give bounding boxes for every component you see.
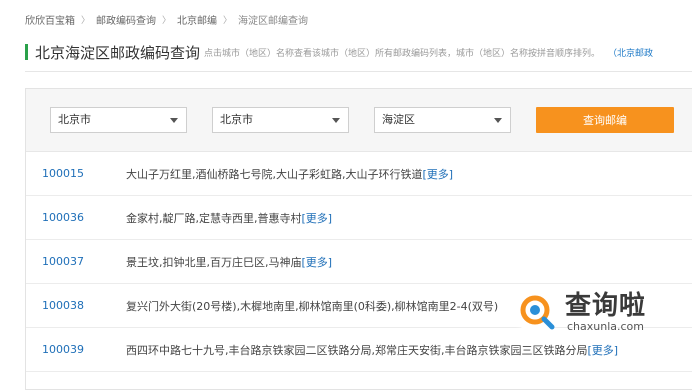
more-link[interactable]: [更多]: [302, 256, 333, 269]
address-value: 大山子万红里,酒仙桥路七号院,大山子彩虹路,大山子环行铁道: [126, 167, 423, 181]
title-divider: [25, 71, 692, 72]
address-value: 西四环中路七十九号,丰台路京铁家园二区铁路分局,郑常庄天安街,丰台路京铁家园三区…: [126, 343, 588, 357]
postcode-link[interactable]: 100036: [42, 211, 84, 224]
title-accent-bar: [25, 44, 28, 60]
title-row: 北京海淀区邮政编码查询 点击城市（地区）名称查看该城市（地区）所有邮政编码列表，…: [25, 42, 692, 62]
chevron-down-icon: [494, 118, 502, 123]
breadcrumb-separator: 〉: [162, 15, 172, 26]
breadcrumb-beijing-link[interactable]: 北京邮编: [177, 12, 217, 27]
postcode-link[interactable]: 100038: [42, 299, 84, 312]
query-panel: 北京市 北京市 海淀区 查询邮编 100015 大山子万红里,酒仙桥路七号院,大…: [25, 88, 692, 390]
breadcrumb-separator: 〉: [223, 15, 233, 26]
address-text: 金家村,靛厂路,定慧寺西里,普惠寺村[更多]: [126, 210, 332, 226]
address-text: 西四环中路七十九号,丰台路京铁家园二区铁路分局,郑常庄天安街,丰台路京铁家园三区…: [126, 342, 618, 358]
province-select-value: 北京市: [58, 113, 91, 126]
postcode-link[interactable]: 100037: [42, 255, 84, 268]
filter-bar: 北京市 北京市 海淀区 查询邮编: [26, 89, 692, 152]
chevron-down-icon: [170, 118, 178, 123]
page-title: 北京海淀区邮政编码查询: [35, 43, 201, 62]
more-link[interactable]: [更多]: [302, 212, 333, 225]
more-link[interactable]: [更多]: [588, 344, 619, 357]
watermark-text-group: 查询啦 chaxunla.com: [565, 291, 646, 333]
breadcrumb-postcode-link[interactable]: 邮政编码查询: [96, 12, 156, 27]
watermark-text: 查询啦: [565, 291, 647, 321]
chevron-down-icon: [332, 118, 340, 123]
district-select[interactable]: 海淀区: [374, 107, 511, 133]
city-select-value: 北京市: [220, 113, 253, 126]
address-text: 大山子万红里,酒仙桥路七号院,大山子彩虹路,大山子环行铁道[更多]: [126, 166, 453, 182]
watermark-domain: chaxunla.com: [567, 320, 644, 333]
breadcrumb-current: 海淀区邮编查询: [238, 15, 309, 27]
postcode-link[interactable]: 100015: [42, 167, 84, 180]
table-row: 100037 景王坟,扣钟北里,百万庄巳区,马神庙[更多]: [26, 240, 692, 284]
beijing-postcode-link[interactable]: （北京邮政: [608, 46, 653, 59]
postcode-link[interactable]: 100039: [42, 343, 84, 356]
district-select-value: 海淀区: [382, 113, 415, 126]
address-value: 景王坟,扣钟北里,百万庄巳区,马神庙: [126, 255, 302, 269]
query-postcode-button[interactable]: 查询邮编: [536, 107, 674, 133]
watermark-logo: 查询啦 chaxunla.com: [515, 282, 692, 342]
more-link[interactable]: [更多]: [423, 168, 454, 181]
breadcrumb-home-link[interactable]: 欣欣百宝箱: [25, 12, 75, 27]
address-text: 景王坟,扣钟北里,百万庄巳区,马神庙[更多]: [126, 254, 332, 270]
city-select[interactable]: 北京市: [212, 107, 349, 133]
table-row: 100015 大山子万红里,酒仙桥路七号院,大山子彩虹路,大山子环行铁道[更多]: [26, 152, 692, 196]
address-value: 复兴门外大街(20号楼),木樨地南里,柳林馆南里(0科委),柳林馆南里2-4(双…: [126, 299, 499, 313]
search-icon: [515, 290, 559, 334]
breadcrumb-separator: 〉: [81, 15, 91, 26]
province-select[interactable]: 北京市: [50, 107, 187, 133]
address-value: 金家村,靛厂路,定慧寺西里,普惠寺村: [126, 211, 302, 225]
table-row: 100036 金家村,靛厂路,定慧寺西里,普惠寺村[更多]: [26, 196, 692, 240]
address-text: 复兴门外大街(20号楼),木樨地南里,柳林馆南里(0科委),柳林馆南里2-4(双…: [126, 298, 498, 314]
breadcrumb: 欣欣百宝箱 〉 邮政编码查询 〉 北京邮编 〉 海淀区邮编查询: [25, 11, 308, 27]
page-description: 点击城市（地区）名称查看该城市（地区）所有邮政编码列表，城市（地区）名称按拼音顺…: [204, 48, 601, 59]
